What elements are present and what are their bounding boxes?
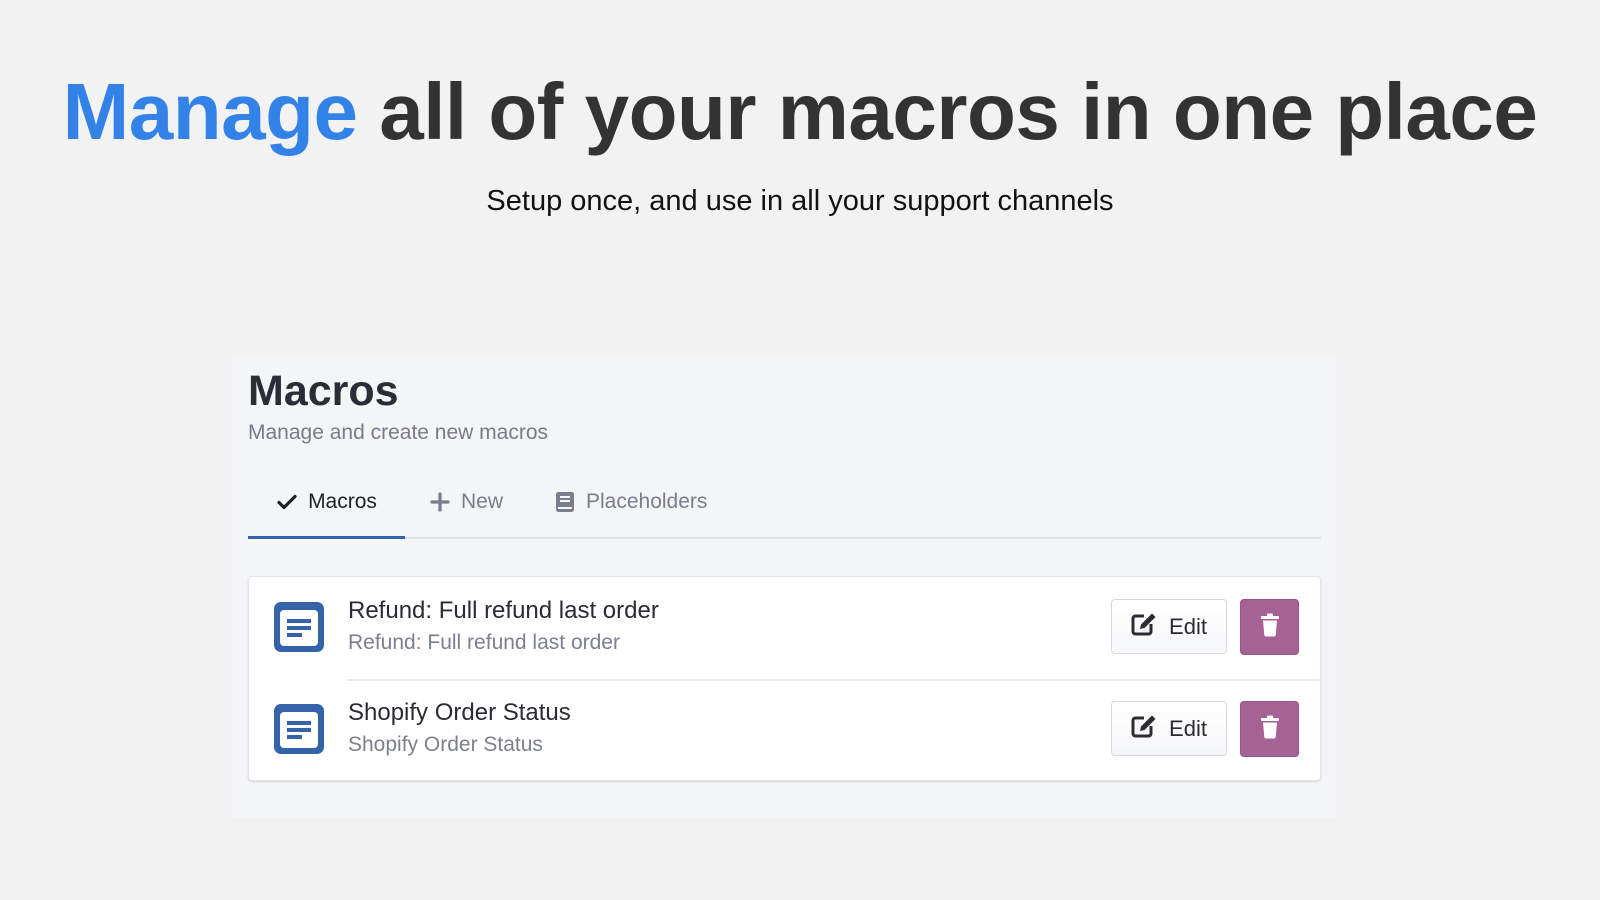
document-icon (273, 601, 325, 653)
macros-panel: Macros Manage and create new macros Macr… (232, 357, 1336, 818)
macro-description: Refund: Full refund last order (348, 631, 620, 654)
trash-icon (1260, 613, 1280, 642)
tab-label: Placeholders (586, 490, 708, 513)
hero-title: Manage all of your macros in one place (0, 66, 1600, 158)
edit-label: Edit (1169, 715, 1207, 741)
edit-label: Edit (1169, 613, 1207, 639)
macro-name: Shopify Order Status (348, 699, 571, 726)
hero-subtitle: Setup once, and use in all your support … (486, 185, 1114, 217)
tab-label: Macros (308, 490, 377, 513)
edit-button[interactable]: Edit (1111, 701, 1227, 756)
hero-title-rest: all of your macros in one place (379, 67, 1538, 156)
macro-list: Refund: Full refund last order Refund: F… (248, 576, 1321, 781)
delete-button[interactable] (1240, 701, 1299, 757)
edit-icon (1131, 612, 1157, 642)
edit-icon (1131, 714, 1157, 744)
macro-name: Refund: Full refund last order (348, 597, 659, 624)
macro-description: Shopify Order Status (348, 733, 543, 756)
document-icon (273, 703, 325, 755)
delete-button[interactable] (1240, 599, 1299, 655)
tab-placeholders[interactable]: Placeholders (554, 467, 707, 537)
trash-icon (1260, 715, 1280, 744)
plus-icon (429, 491, 451, 513)
hero-title-accent: Manage (62, 67, 358, 156)
page-title: Macros (248, 367, 399, 415)
tab-bar: Macros New Placeholders (248, 467, 1321, 539)
tab-macros[interactable]: Macros (248, 467, 405, 539)
tab-label: New (461, 490, 504, 513)
macro-row: Refund: Full refund last order Refund: F… (249, 577, 1320, 678)
page-subtitle: Manage and create new macros (248, 421, 548, 444)
edit-button[interactable]: Edit (1111, 599, 1227, 654)
book-icon (554, 491, 576, 513)
tab-new[interactable]: New (429, 467, 503, 537)
macro-row: Shopify Order Status Shopify Order Statu… (249, 679, 1320, 780)
check-icon (276, 491, 298, 513)
